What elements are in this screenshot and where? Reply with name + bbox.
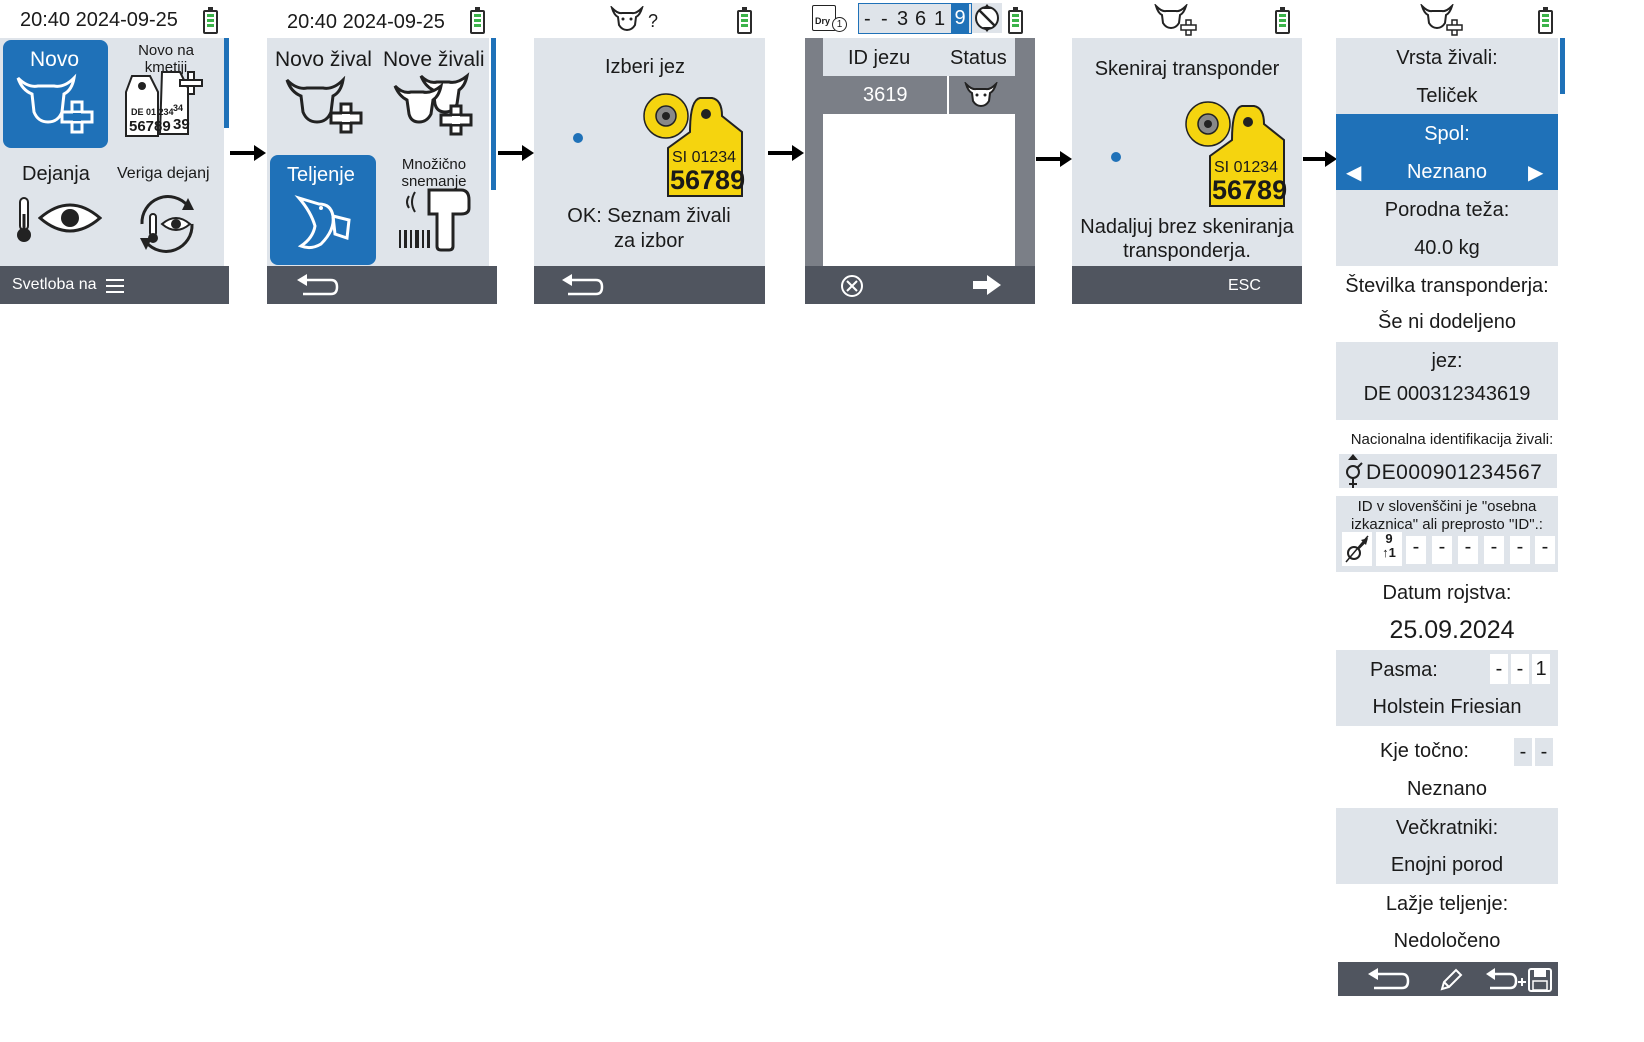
field-where[interactable]: Kje točno: - - Neznano bbox=[1336, 726, 1558, 808]
field-sex[interactable]: Spol: ◀ Neznano ▶ bbox=[1336, 114, 1558, 190]
multiples-value: Enojni porod bbox=[1390, 854, 1504, 876]
scrollbar[interactable] bbox=[1560, 38, 1565, 94]
birth-weight-value: 40.0 kg bbox=[1414, 237, 1480, 259]
multiples-label: Večkratniki: bbox=[1395, 817, 1499, 839]
transponder-value: Še ni dodeljeno bbox=[1378, 311, 1516, 333]
breed-cell[interactable]: 1 bbox=[1532, 654, 1550, 684]
species-label: Vrsta živali: bbox=[1396, 47, 1498, 69]
pencil-icon[interactable] bbox=[1438, 967, 1464, 993]
breed-cell[interactable]: - bbox=[1490, 654, 1508, 684]
field-birth-weight[interactable]: Porodna teža: 40.0 kg bbox=[1336, 190, 1558, 266]
where-label: Kje točno: bbox=[1380, 740, 1469, 762]
id-note-cell[interactable]: - bbox=[1458, 536, 1478, 564]
breed-value: Holstein Friesian bbox=[1372, 696, 1522, 718]
field-transponder[interactable]: Številka transponderja: Še ni dodeljeno bbox=[1336, 266, 1558, 342]
field-easy-calving[interactable]: Lažje teljenje: Nedoločeno bbox=[1336, 884, 1558, 960]
id-note-cell[interactable]: - bbox=[1406, 536, 1426, 564]
id-note-line1: ID v slovenščini je "osebna bbox=[1357, 498, 1537, 515]
arrow-right-icon[interactable]: ▶ bbox=[1528, 160, 1543, 185]
breed-cell[interactable]: - bbox=[1511, 654, 1529, 684]
species-value: Teliček bbox=[1416, 85, 1478, 107]
dam-label: jez: bbox=[1431, 350, 1463, 372]
gender-toggle-icon[interactable] bbox=[1342, 532, 1372, 566]
back-save-icon[interactable] bbox=[1484, 966, 1554, 994]
field-species[interactable]: Vrsta živali: Teliček bbox=[1336, 38, 1558, 114]
field-id-note[interactable]: ID v slovenščini je "osebna izkaznica" a… bbox=[1336, 496, 1558, 572]
field-breed[interactable]: Pasma: - - 1 Holstein Friesian bbox=[1336, 650, 1558, 726]
easy-calving-value: Nedoločeno bbox=[1393, 930, 1501, 952]
birth-date-label: Datum rojstva: bbox=[1382, 582, 1512, 604]
field-national-id[interactable]: Nacionalna identifikacija živali: DE0009… bbox=[1336, 428, 1558, 492]
sex-value: Neznano bbox=[1406, 161, 1488, 183]
id-note-cell[interactable]: - bbox=[1535, 536, 1555, 564]
battery-icon bbox=[1538, 7, 1553, 34]
gender-symbol-icon bbox=[1346, 454, 1363, 488]
easy-calving-label: Lažje teljenje: bbox=[1385, 893, 1509, 915]
id-note-cell[interactable]: - bbox=[1484, 536, 1504, 564]
gender-icon bbox=[1345, 535, 1369, 563]
back-icon[interactable] bbox=[1366, 968, 1410, 992]
national-id-value: DE000901234567 bbox=[1366, 461, 1543, 484]
where-cell[interactable]: - bbox=[1514, 738, 1532, 766]
sort-icon[interactable]: 9 ↑1 bbox=[1376, 532, 1402, 566]
field-dam[interactable]: jez: DE 000312343619 bbox=[1336, 342, 1558, 420]
dam-value: DE 000312343619 bbox=[1363, 383, 1531, 405]
id-note-cell[interactable]: - bbox=[1432, 536, 1452, 564]
breed-label: Pasma: bbox=[1370, 659, 1438, 681]
national-id-label: Nacionalna identifikacija živali: bbox=[1350, 431, 1554, 448]
sex-label: Spol: bbox=[1424, 123, 1470, 145]
field-multiples[interactable]: Večkratniki: Enojni porod bbox=[1336, 808, 1558, 884]
birth-weight-label: Porodna teža: bbox=[1384, 199, 1510, 221]
cow-plus-icon bbox=[1420, 4, 1463, 36]
birth-date-value: 25.09.2024 bbox=[1389, 616, 1515, 644]
transponder-label: Številka transponderja: bbox=[1345, 275, 1549, 297]
where-cell[interactable]: - bbox=[1535, 738, 1553, 766]
id-note-line2: izkaznica" ali preprosto "ID".: bbox=[1351, 516, 1543, 533]
where-value: Neznano bbox=[1406, 778, 1488, 800]
bottom-bar bbox=[1338, 962, 1558, 996]
id-note-cell[interactable]: - bbox=[1510, 536, 1530, 564]
screen-calf-details: Vrsta živali: Teliček Spol: ◀ Neznano ▶ … bbox=[0, 0, 1644, 1042]
field-birth-date[interactable]: Datum rojstva: 25.09.2024 bbox=[1336, 574, 1558, 650]
